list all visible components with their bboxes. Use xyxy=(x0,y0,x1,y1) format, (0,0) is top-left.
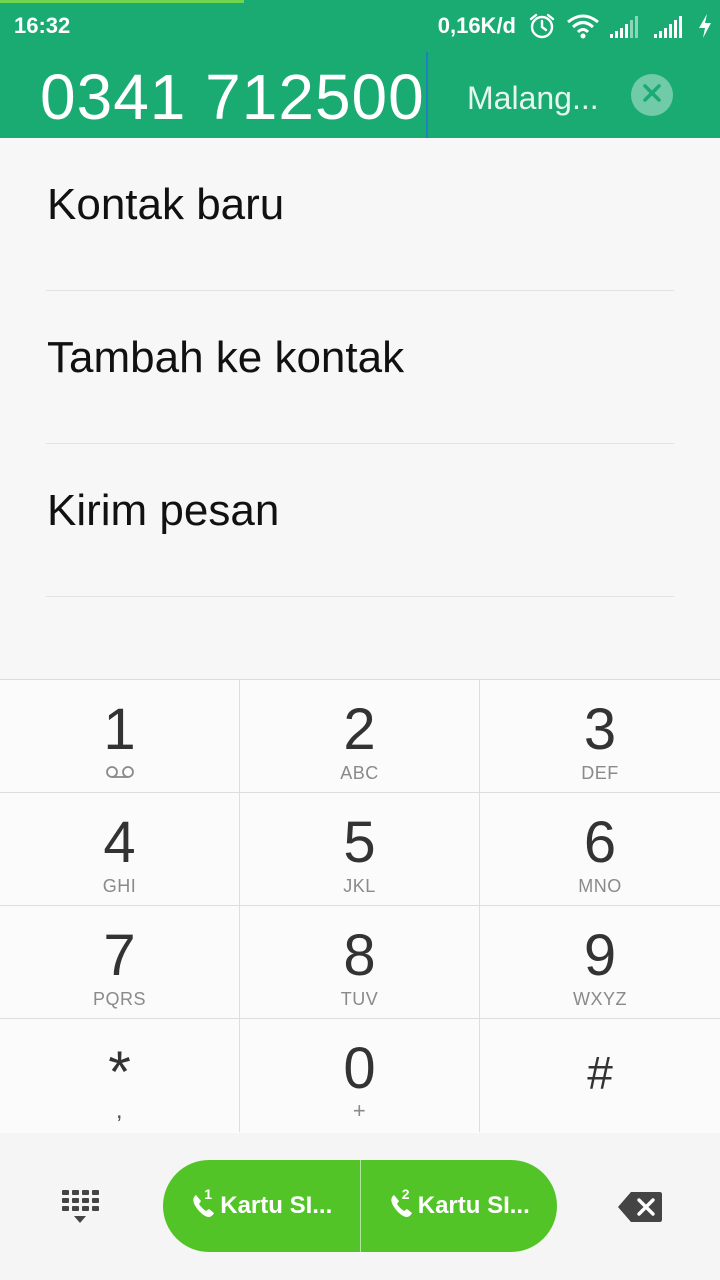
menu-item-label: Kirim pesan xyxy=(47,486,280,535)
voicemail-icon xyxy=(0,763,239,784)
number-actions-menu: Kontak baru Tambah ke kontak Kirim pesan xyxy=(0,138,720,679)
key-2[interactable]: 2 ABC xyxy=(240,680,480,793)
dialed-number[interactable]: 0341 712500 xyxy=(40,62,425,132)
menu-item-label: Kontak baru xyxy=(47,180,285,229)
dial-keypad: 1 2 ABC 3 DEF 4 GHI 5 JKL 6 MNO 7 PQRS 8… xyxy=(0,679,720,1133)
key-8[interactable]: 8 TUV xyxy=(240,906,480,1019)
sim2-number: 2 xyxy=(401,1186,410,1202)
alarm-icon xyxy=(528,12,556,40)
status-icons: 0,16K/d xyxy=(438,10,712,42)
key-digit: 7 xyxy=(103,923,136,988)
status-bar: 16:32 0,16K/d xyxy=(0,0,720,50)
dialpad-icon xyxy=(60,1190,100,1230)
dialpad-toggle-button[interactable] xyxy=(60,1188,100,1226)
call-sim2-button[interactable]: 2 Kartu SI... xyxy=(361,1160,558,1252)
key-5[interactable]: 5 JKL xyxy=(240,793,480,906)
key-hash[interactable]: # xyxy=(480,1019,720,1132)
key-letters: TUV xyxy=(340,989,379,1009)
menu-item-add-to-contact[interactable]: Tambah ke kontak xyxy=(46,291,674,444)
key-0[interactable]: 0 + xyxy=(240,1019,480,1132)
dialer-header: 16:32 0,16K/d 0341 712500 Malang... xyxy=(0,0,720,138)
key-letters: , xyxy=(115,1097,124,1124)
call-bar: 1 Kartu SI... 2 Kartu SI... xyxy=(0,1133,720,1280)
key-digit: # xyxy=(587,1047,613,1099)
signal-sim1-icon xyxy=(610,14,644,38)
menu-item-new-contact[interactable]: Kontak baru xyxy=(46,138,674,291)
key-7[interactable]: 7 PQRS xyxy=(0,906,240,1019)
key-letters: MNO xyxy=(578,876,622,896)
phone-sim2-icon: 2 xyxy=(388,1186,416,1220)
key-digit: * xyxy=(108,1040,131,1105)
key-letters: JKL xyxy=(343,876,376,896)
key-digit: 3 xyxy=(583,697,617,762)
sim1-label: Kartu SI... xyxy=(220,1192,333,1219)
key-digit: 9 xyxy=(583,923,617,988)
key-letters: + xyxy=(352,1098,367,1123)
charging-icon xyxy=(698,14,712,38)
dial-row: 0341 712500 Malang... xyxy=(0,50,720,138)
key-letters: WXYZ xyxy=(573,989,627,1009)
key-digit: 6 xyxy=(583,810,617,875)
key-letters: ABC xyxy=(340,763,379,783)
sim2-label: Kartu SI... xyxy=(417,1192,530,1219)
text-cursor xyxy=(426,52,428,138)
clear-button[interactable] xyxy=(631,74,673,116)
menu-item-label: Tambah ke kontak xyxy=(47,333,405,382)
call-sim1-button[interactable]: 1 Kartu SI... xyxy=(163,1160,360,1252)
signal-sim2-icon xyxy=(654,14,688,38)
key-6[interactable]: 6 MNO xyxy=(480,793,720,906)
key-9[interactable]: 9 WXYZ xyxy=(480,906,720,1019)
key-letters: DEF xyxy=(581,763,619,783)
net-speed: 0,16K/d xyxy=(437,13,516,38)
status-time: 16:32 xyxy=(14,13,71,38)
number-location: Malang... xyxy=(467,80,599,116)
key-digit: 8 xyxy=(343,923,376,988)
key-digit: 2 xyxy=(343,697,376,762)
key-digit: 4 xyxy=(103,810,136,875)
key-digit: 1 xyxy=(103,697,136,762)
key-digit: 0 xyxy=(343,1036,376,1101)
sim1-number: 1 xyxy=(204,1186,213,1202)
close-icon xyxy=(642,83,662,108)
key-letters: GHI xyxy=(102,876,137,896)
key-letters: PQRS xyxy=(92,989,146,1009)
key-4[interactable]: 4 GHI xyxy=(0,793,240,906)
key-digit: 5 xyxy=(343,810,376,875)
phone-sim1-icon: 1 xyxy=(190,1186,218,1220)
wifi-icon xyxy=(566,13,600,39)
key-3[interactable]: 3 DEF xyxy=(480,680,720,793)
key-star[interactable]: * , xyxy=(0,1019,240,1132)
backspace-icon xyxy=(617,1192,663,1227)
backspace-button[interactable] xyxy=(617,1191,663,1223)
key-1[interactable]: 1 xyxy=(0,680,240,793)
menu-item-send-message[interactable]: Kirim pesan xyxy=(46,444,674,597)
call-buttons: 1 Kartu SI... 2 Kartu SI... xyxy=(163,1160,557,1252)
